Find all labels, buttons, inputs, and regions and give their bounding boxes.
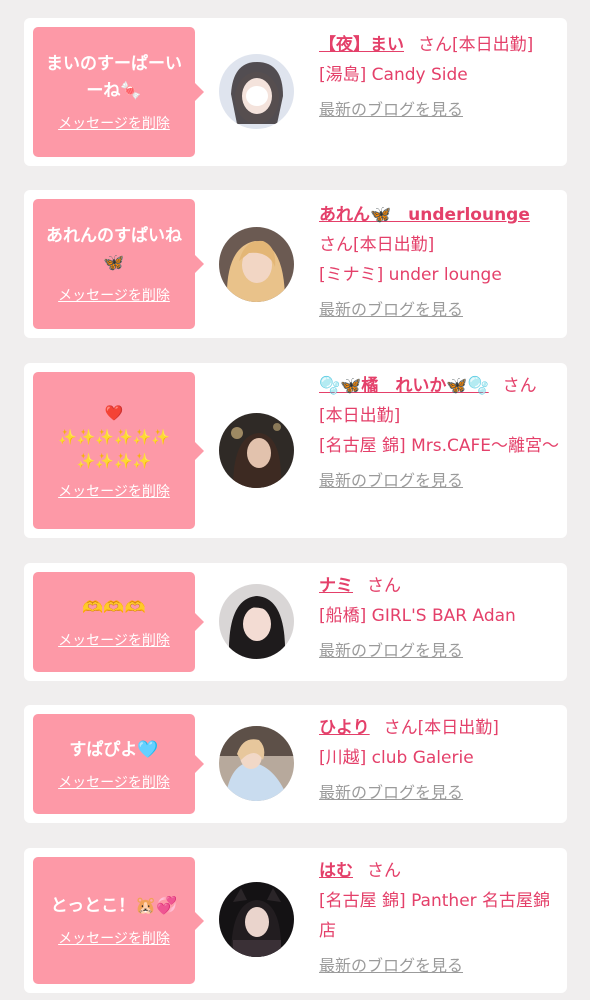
message-bubble: ❤️ ✨✨✨✨✨✨ ✨✨✨✨ メッセージを削除 — [33, 372, 204, 529]
message-card: すぱぴよ🩵 メッセージを削除 ひより さん[本日出勤] [川越] club Gal… — [24, 705, 567, 823]
delete-message-link[interactable]: メッセージを削除 — [58, 285, 170, 305]
delete-message-link[interactable]: メッセージを削除 — [58, 630, 170, 650]
cast-shop: [名古屋 錦] Mrs.CAFE〜離宮〜 — [319, 436, 560, 456]
message-text: まいのすーぱーいーね🍬 — [46, 54, 182, 101]
delete-message-link[interactable]: メッセージを削除 — [58, 772, 170, 792]
cast-info: はむ さん [名古屋 錦] Panther 名古屋錦店 最新のブログを見る — [319, 856, 559, 978]
cast-status: さん — [367, 576, 401, 596]
cast-status: さん — [367, 861, 401, 881]
cast-status: さん[本日出勤] — [319, 235, 435, 255]
message-card: まいのすーぱーいーね🍬 メッセージを削除 【夜】まい さん[本日出勤] [湯島] … — [24, 18, 567, 166]
avatar[interactable] — [219, 227, 294, 302]
latest-blog-link[interactable]: 最新のブログを見る — [319, 954, 559, 978]
delete-message-link[interactable]: メッセージを削除 — [58, 113, 170, 133]
message-text: すぱぴよ🩵 — [69, 739, 159, 760]
message-card: とっとこ！🐹💞 メッセージを削除 はむ さん [名古屋 錦] Panther 名古… — [24, 848, 567, 993]
cast-shop: [川越] club Galerie — [319, 748, 474, 768]
cast-name-link[interactable]: ナミ — [319, 576, 353, 596]
avatar[interactable] — [219, 882, 294, 957]
cast-info: ひより さん[本日出勤] [川越] club Galerie 最新のブログを見る — [319, 713, 559, 805]
avatar[interactable] — [219, 54, 294, 129]
message-list: まいのすーぱーいーね🍬 メッセージを削除 【夜】まい さん[本日出勤] [湯島] … — [0, 0, 590, 1000]
delete-message-link[interactable]: メッセージを削除 — [58, 481, 170, 501]
message-bubble: とっとこ！🐹💞 メッセージを削除 — [33, 857, 204, 984]
cast-info: ナミ さん [船橋] GIRL'S BAR Adan 最新のブログを見る — [319, 571, 559, 663]
message-bubble: あれんのすぱいね🦋 メッセージを削除 — [33, 199, 204, 329]
latest-blog-link[interactable]: 最新のブログを見る — [319, 781, 559, 805]
latest-blog-link[interactable]: 最新のブログを見る — [319, 639, 559, 663]
cast-name-link[interactable]: 【夜】まい — [319, 35, 404, 55]
cast-status: さん[本日出勤] — [383, 718, 499, 738]
cast-status: さん[本日出勤] — [418, 35, 534, 55]
message-bubble: すぱぴよ🩵 メッセージを削除 — [33, 714, 204, 814]
message-bubble: 🫶🫶🫶 メッセージを削除 — [33, 572, 204, 672]
message-card: 🫶🫶🫶 メッセージを削除 ナミ さん [船橋] GIRL'S BAR Adan 最… — [24, 563, 567, 681]
avatar[interactable] — [219, 584, 294, 659]
latest-blog-link[interactable]: 最新のブログを見る — [319, 298, 559, 322]
cast-shop: [ミナミ] under lounge — [319, 265, 502, 285]
cast-shop: [船橋] GIRL'S BAR Adan — [319, 606, 516, 626]
cast-name-link[interactable]: ひより — [319, 718, 370, 738]
message-text: とっとこ！🐹💞 — [50, 896, 178, 916]
delete-message-link[interactable]: メッセージを削除 — [58, 928, 170, 948]
cast-info: 【夜】まい さん[本日出勤] [湯島] Candy Side 最新のブログを見る — [319, 30, 559, 122]
message-text: 🫶🫶🫶 — [82, 597, 146, 618]
message-card: あれんのすぱいね🦋 メッセージを削除 あれん🦋 underlounge さん[本日… — [24, 190, 567, 338]
message-text: ❤️ ✨✨✨✨✨✨ ✨✨✨✨ — [57, 403, 171, 470]
message-text: あれんのすぱいね🦋 — [46, 226, 182, 273]
latest-blog-link[interactable]: 最新のブログを見る — [319, 469, 559, 493]
cast-shop: [湯島] Candy Side — [319, 65, 468, 85]
cast-shop: [名古屋 錦] Panther 名古屋錦店 — [319, 891, 551, 941]
message-card: ❤️ ✨✨✨✨✨✨ ✨✨✨✨ メッセージを削除 🫧🦋橘 れいか🦋🫧 さん[本日出勤… — [24, 363, 567, 538]
avatar[interactable] — [219, 413, 294, 488]
cast-name-link[interactable]: あれん🦋 underlounge — [319, 205, 530, 225]
cast-name-link[interactable]: 🫧🦋橘 れいか🦋🫧 — [319, 376, 489, 396]
cast-info: あれん🦋 underlounge さん[本日出勤] [ミナミ] under lou… — [319, 200, 559, 322]
message-bubble: まいのすーぱーいーね🍬 メッセージを削除 — [33, 27, 204, 157]
avatar[interactable] — [219, 726, 294, 801]
cast-info: 🫧🦋橘 れいか🦋🫧 さん[本日出勤] [名古屋 錦] Mrs.CAFE〜離宮〜 最… — [319, 371, 559, 493]
latest-blog-link[interactable]: 最新のブログを見る — [319, 98, 559, 122]
cast-name-link[interactable]: はむ — [319, 861, 353, 881]
